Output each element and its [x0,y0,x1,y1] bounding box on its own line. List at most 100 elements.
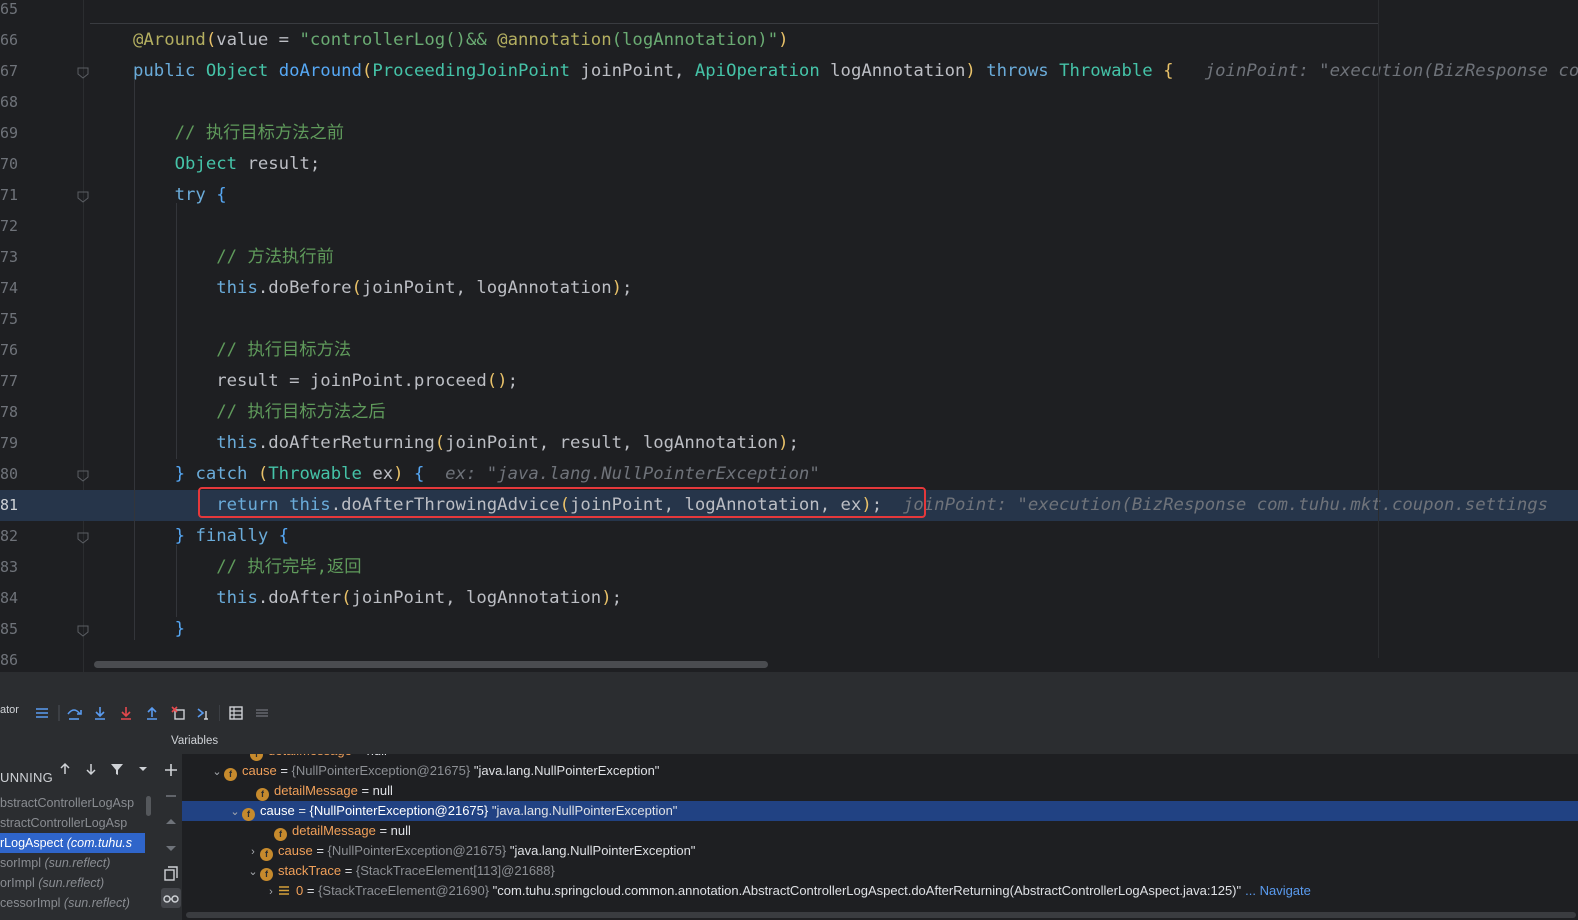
variable-row[interactable]: ⌄ f stackTrace = {StackTraceElement[113]@2… [182,861,1578,881]
variable-row[interactable]: ⌄ f cause = {NullPointerException@21675} "… [182,761,1578,781]
code-token: // 执行完毕,返回 [133,557,362,577]
chevron-down-icon[interactable] [135,761,151,777]
frame-list-scrollbar[interactable] [146,796,151,816]
code-line[interactable]: 74 this.doBefore(joinPoint, logAnnotatio… [0,273,1578,304]
code-line[interactable]: 80 } catch (Throwable ex) { ex: "java.la… [0,459,1578,490]
line-number[interactable]: 69 [0,118,22,149]
line-number[interactable]: 74 [0,273,22,304]
code-line[interactable]: 79 this.doAfterReturning(joinPoint, resu… [0,428,1578,459]
force-step-into-icon[interactable] [118,705,134,721]
debugger-tab-label[interactable]: ator [0,704,19,716]
code-line[interactable]: 67 public Object doAround(ProceedingJoinP… [0,56,1578,87]
variable-row[interactable]: f detailMessage = null [182,821,1578,841]
step-over-icon[interactable] [66,705,82,721]
code-line[interactable]: 72 [0,211,1578,242]
line-number[interactable]: 72 [0,211,22,242]
step-out-icon[interactable] [144,705,160,721]
code-line[interactable]: 83 // 执行完毕,返回 [0,552,1578,583]
line-number[interactable]: 66 [0,25,22,56]
code-line[interactable]: 78 // 执行目标方法之后 [0,397,1578,428]
code-token: } [133,526,196,546]
code-line[interactable]: 65 [0,0,1578,25]
drop-frame-icon[interactable] [170,705,186,721]
line-number[interactable]: 79 [0,428,22,459]
line-number[interactable]: 78 [0,397,22,428]
layout-menu-icon[interactable] [34,705,50,721]
navigate-link[interactable]: ... Navigate [1245,883,1311,898]
code-line[interactable]: 71 try { [0,180,1578,211]
line-number[interactable]: 76 [0,335,22,366]
minus-icon[interactable] [161,786,181,806]
fold-marker-icon[interactable] [77,66,89,79]
line-number[interactable]: 65 [0,0,22,25]
stack-frame-item[interactable]: rLogAspect (com.tuhu.s [0,833,145,853]
line-number[interactable]: 67 [0,56,22,87]
line-number[interactable]: 73 [0,242,22,273]
chevron-down-icon[interactable]: ⌄ [246,862,260,882]
stack-frame-item[interactable]: cessorImpl (sun.reflect) [0,893,145,913]
variable-row[interactable]: ⌄ f cause = {NullPointerException@21675} "… [182,801,1578,821]
step-into-icon[interactable] [92,705,108,721]
line-number[interactable]: 68 [0,87,22,118]
fold-marker-icon[interactable] [77,624,89,637]
code-line[interactable]: 76 // 执行目标方法 [0,335,1578,366]
line-number[interactable]: 77 [0,366,22,397]
chevron-down-icon[interactable]: ⌄ [210,762,224,782]
line-number[interactable]: 84 [0,583,22,614]
line-number[interactable]: 80 [0,459,22,490]
line-number[interactable]: 81 [0,490,22,521]
stack-frame-item[interactable]: orImpl (sun.reflect) [0,873,145,893]
code-token: Object [205,61,279,81]
line-number[interactable]: 71 [0,180,22,211]
variable-row[interactable]: › 0 = {StackTraceElement@21690} "com.tuhu… [182,881,1578,901]
stack-frame-item[interactable]: sorImpl (sun.reflect) [0,853,145,873]
run-to-cursor-icon[interactable] [196,705,212,721]
variable-row-content: ⌄ f stackTrace = {StackTraceElement[113]@2… [246,861,555,881]
fold-marker-icon[interactable] [77,531,89,544]
line-number[interactable]: 70 [0,149,22,180]
code-line[interactable]: 69 // 执行目标方法之前 [0,118,1578,149]
copy-icon[interactable] [161,864,181,884]
variable-row[interactable]: › f cause = {NullPointerException@21675} "… [182,841,1578,861]
move-up-icon[interactable] [161,812,181,832]
move-down-icon[interactable] [161,838,181,858]
fold-marker-icon[interactable] [77,190,89,203]
variable-row[interactable]: f detailMessage = null [182,754,1578,761]
code-text: } catch (Throwable ex) { ex: "java.lang.… [133,459,820,490]
editor-horizontal-scrollbar[interactable] [94,661,768,668]
code-line[interactable]: 73 // 方法执行前 [0,242,1578,273]
code-line[interactable]: 77 result = joinPoint.proceed(); [0,366,1578,397]
thread-status[interactable]: UNNING [0,770,53,785]
filter-icon[interactable] [109,761,125,777]
line-number[interactable]: 82 [0,521,22,552]
code-line[interactable]: 84 this.doAfter(joinPoint, logAnnotation… [0,583,1578,614]
variable-row[interactable]: f detailMessage = null [182,781,1578,801]
code-editor[interactable]: 65 66 @Around(value = "controllerLog()&& @… [0,0,1578,672]
line-number[interactable]: 75 [0,304,22,335]
field-icon: f [260,868,273,881]
code-line[interactable]: 85 } [0,614,1578,645]
code-line[interactable]: 68 [0,87,1578,118]
code-text: this.doAfterReturning(joinPoint, result,… [133,428,799,459]
plus-icon[interactable] [161,760,181,780]
arrow-up-icon[interactable] [57,761,73,777]
code-line[interactable]: 70 Object result; [0,149,1578,180]
line-number[interactable]: 85 [0,614,22,645]
arrow-down-icon[interactable] [83,761,99,777]
line-number[interactable]: 83 [0,552,22,583]
evaluate-expression-icon[interactable] [228,705,244,721]
code-line[interactable]: 75 [0,304,1578,335]
glasses-icon[interactable] [161,888,181,908]
stack-frame-item[interactable]: bstractControllerLogAsp [0,793,145,813]
chevron-down-icon[interactable]: ⌄ [228,802,242,822]
trace-current-stream-icon[interactable] [254,705,270,721]
stack-frame-item[interactable]: stractControllerLogAsp [0,813,145,833]
chevron-right-icon[interactable]: › [264,882,278,902]
line-number[interactable]: 86 [0,645,22,672]
code-line[interactable]: 82 } finally { [0,521,1578,552]
chevron-right-icon[interactable]: › [246,842,260,862]
scrollbar-thumb[interactable] [186,912,1576,918]
fold-marker-icon[interactable] [77,469,89,482]
variables-horizontal-scrollbar[interactable] [186,909,1578,920]
code-line[interactable]: 66 @Around(value = "controllerLog()&& @an… [0,25,1578,56]
